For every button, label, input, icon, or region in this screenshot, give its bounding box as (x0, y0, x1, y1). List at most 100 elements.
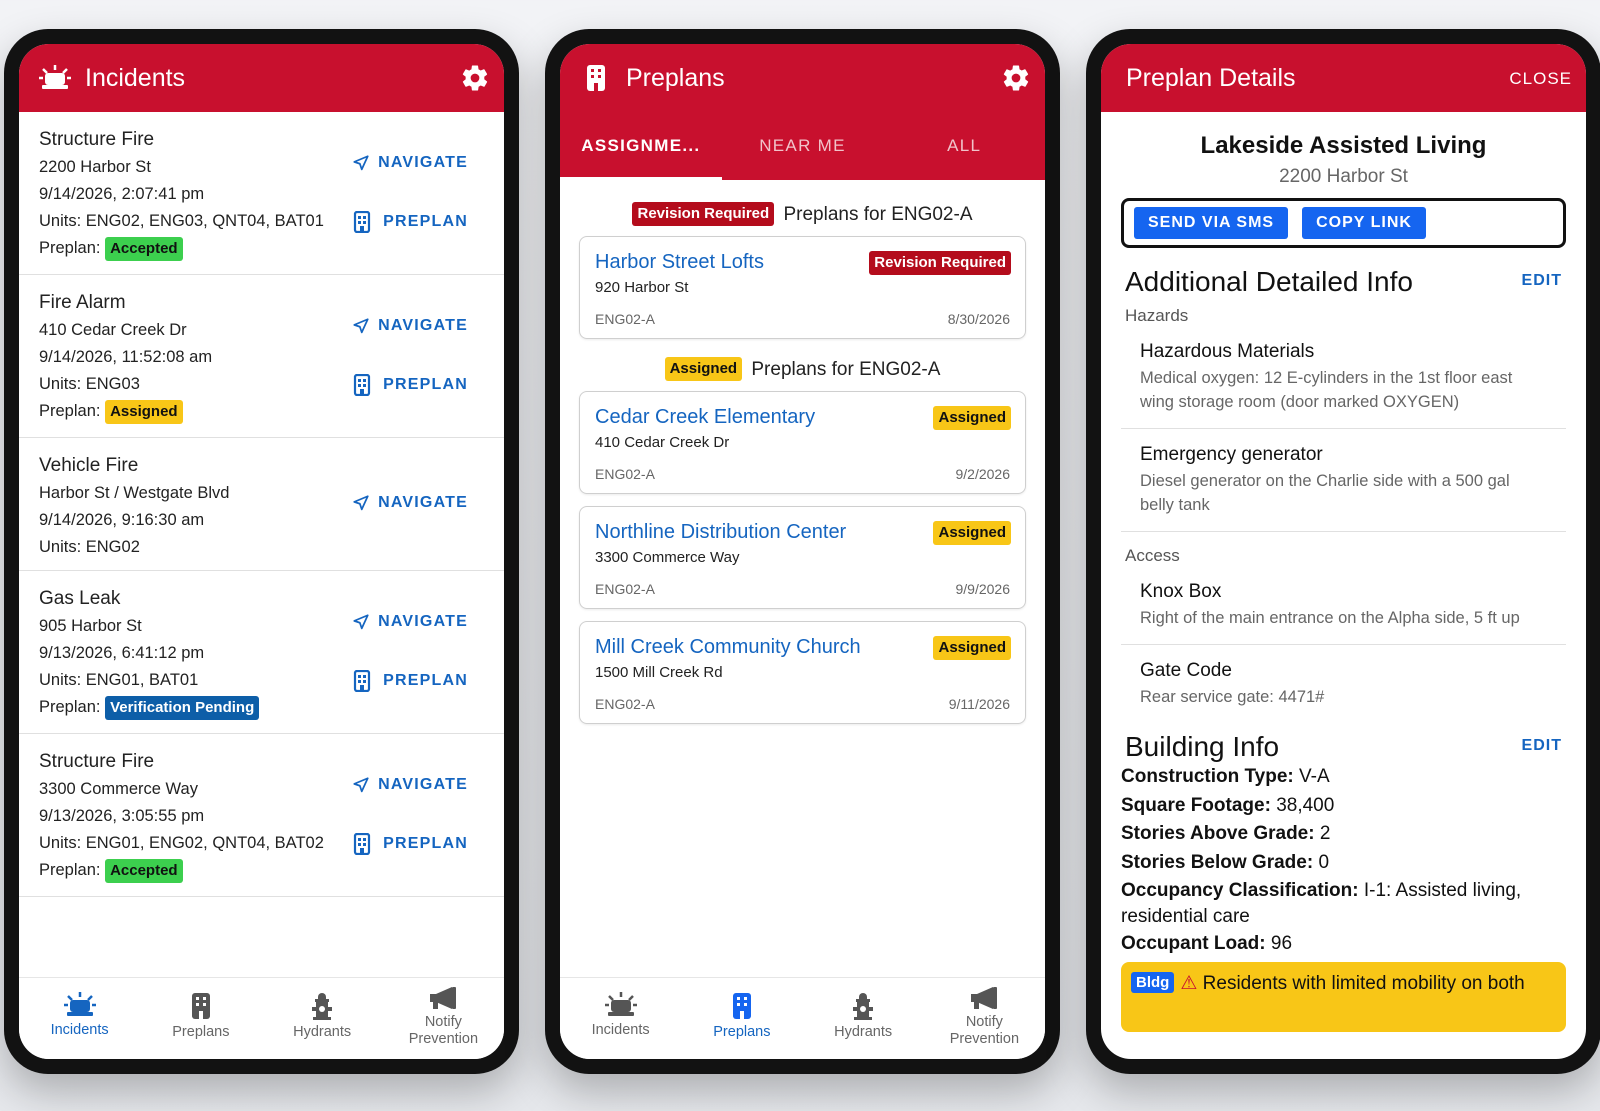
preplan-card[interactable]: Northline Distribution Center 3300 Comme… (579, 506, 1026, 609)
building-icon (732, 993, 751, 1019)
preplan-button[interactable]: PREPLAN (349, 670, 468, 692)
building-icon (354, 374, 371, 396)
incident-item[interactable]: Structure Fire 3300 Commerce Way 9/13/20… (19, 734, 504, 897)
incident-type: Fire Alarm (39, 292, 126, 313)
edit-additional-button[interactable]: EDIT (1522, 272, 1562, 290)
incident-time: 9/14/2026, 2:07:41 pm (39, 185, 205, 203)
incidents-screen: Incidents Structure Fire 2200 Harbor St … (19, 44, 504, 1059)
navigation-arrow-icon (353, 614, 369, 630)
send-sms-button[interactable]: SEND VIA SMS (1134, 207, 1289, 239)
building-info-row: Occupancy Classification: I-1: Assisted … (1121, 878, 1566, 930)
building-info-key: Construction Type: (1121, 766, 1294, 787)
access-key: Gate Code (1140, 660, 1232, 681)
navigate-label: NAVIGATE (378, 317, 468, 334)
preplan-unit: ENG02-A (595, 696, 655, 712)
nav-notify-prevention[interactable]: Notify Prevention (383, 978, 504, 1059)
page-title: Preplans (626, 63, 725, 92)
nav-notify-prevention[interactable]: Notify Prevention (924, 978, 1045, 1059)
section-label: Preplans for ENG02-A (751, 359, 941, 380)
megaphone-icon (430, 987, 457, 1009)
building-info-value: 38,400 (1276, 794, 1335, 816)
incident-item[interactable]: Gas Leak 905 Harbor St 9/13/2026, 6:41:1… (19, 571, 504, 734)
nav-preplans[interactable]: Preplans (681, 978, 802, 1059)
preplan-date: 9/11/2026 (948, 696, 1010, 712)
hazard-value: Diesel generator on the Charlie side wit… (1140, 472, 1510, 514)
preplan-address: 1500 Mill Creek Rd (595, 664, 723, 681)
share-actions: SEND VIA SMS COPY LINK (1121, 198, 1566, 248)
building-alert: Bldg ⚠ Residents with limited mobility on… (1121, 962, 1566, 1032)
incident-time: 9/13/2026, 3:05:55 pm (39, 807, 205, 825)
building-icon (191, 993, 210, 1019)
access-item: Gate Code Rear service gate: 4471# (1121, 645, 1566, 723)
preplan-unit: ENG02-A (595, 311, 655, 327)
gear-icon[interactable] (460, 63, 490, 93)
navigate-button[interactable]: NAVIGATE (352, 613, 468, 631)
nav-preplans[interactable]: Preplans (140, 978, 261, 1059)
tab-assignments[interactable]: ASSIGNME... (560, 112, 722, 180)
navigate-button[interactable]: NAVIGATE (352, 776, 468, 794)
building-info-value: 2 (1319, 823, 1331, 844)
additional-info-title: Additional Detailed Info EDIT (1125, 266, 1562, 298)
incident-item[interactable]: Structure Fire 2200 Harbor St 9/14/2026,… (19, 112, 504, 275)
status-badge: Assigned (664, 357, 743, 381)
status-badge: Assigned (105, 400, 183, 424)
preplan-card[interactable]: Harbor Street Lofts 920 Harbor St Revisi… (579, 236, 1026, 339)
nav-incidents[interactable]: Incidents (560, 978, 681, 1059)
preplan-date: 8/30/2026 (947, 311, 1010, 327)
navigate-button[interactable]: NAVIGATE (352, 317, 468, 335)
preplan-card[interactable]: Mill Creek Community Church 1500 Mill Cr… (579, 621, 1026, 724)
incident-units: Units: ENG02 (39, 538, 140, 556)
preplan-date: 9/9/2026 (955, 581, 1011, 597)
preplan-status-row: Preplan: Accepted (39, 857, 484, 884)
navigate-button[interactable]: NAVIGATE (352, 494, 468, 512)
incident-item[interactable]: Vehicle Fire Harbor St / Westgate Blvd 9… (19, 438, 504, 571)
close-button[interactable]: CLOSE (1509, 69, 1572, 89)
megaphone-icon (971, 987, 998, 1009)
building-info-key: Stories Above Grade: (1121, 823, 1315, 844)
preplan-status-row: Preplan: Accepted (39, 235, 484, 262)
status-badge: Verification Pending (105, 696, 260, 720)
page-title: Preplan Details (1126, 63, 1296, 92)
preplan-prefix: Preplan: (39, 698, 101, 716)
hydrant-icon (312, 993, 333, 1020)
tab-near-me[interactable]: NEAR ME (722, 112, 884, 180)
preplan-address: 920 Harbor St (595, 279, 689, 296)
incident-item[interactable]: Fire Alarm 410 Cedar Creek Dr 9/14/2026,… (19, 275, 504, 438)
hazard-key: Hazardous Materials (1140, 341, 1315, 362)
nav-label: Incidents (50, 1022, 109, 1038)
navigation-arrow-icon (353, 495, 369, 511)
incident-time: 9/13/2026, 6:41:12 pm (39, 644, 205, 662)
nav-incidents[interactable]: Incidents (19, 978, 140, 1059)
preplan-address: 410 Cedar Creek Dr (595, 434, 730, 451)
details-body: Lakeside Assisted Living 2200 Harbor St … (1101, 112, 1586, 1059)
navigate-label: NAVIGATE (378, 613, 468, 630)
preplan-label: PREPLAN (383, 835, 468, 852)
siren-icon (604, 992, 637, 1016)
nav-label: Incidents (591, 1022, 650, 1038)
incident-type: Structure Fire (39, 751, 155, 772)
incident-list: Structure Fire 2200 Harbor St 9/14/2026,… (19, 112, 504, 897)
preplan-card[interactable]: Cedar Creek Elementary 410 Cedar Creek D… (579, 391, 1026, 494)
copy-link-button[interactable]: COPY LINK (1302, 207, 1426, 239)
preplan-prefix: Preplan: (39, 402, 101, 420)
edit-building-button[interactable]: EDIT (1522, 737, 1562, 755)
preplan-button[interactable]: PREPLAN (349, 211, 468, 233)
status-badge: Accepted (105, 859, 183, 883)
navigate-button[interactable]: NAVIGATE (352, 154, 468, 172)
preplan-button[interactable]: PREPLAN (349, 374, 468, 396)
building-info-value: 96 (1270, 933, 1293, 954)
preplan-prefix: Preplan: (39, 861, 101, 879)
tab-all[interactable]: ALL (883, 112, 1045, 180)
nav-hydrants[interactable]: Hydrants (262, 978, 383, 1059)
access-value: Right of the main entrance on the Alpha … (1140, 609, 1520, 627)
building-info-key: Square Footage: (1121, 794, 1271, 816)
navigation-arrow-icon (353, 155, 369, 171)
preplan-label: PREPLAN (383, 672, 468, 689)
preplan-button[interactable]: PREPLAN (349, 833, 468, 855)
gear-icon[interactable] (1001, 63, 1031, 93)
incident-type: Vehicle Fire (39, 455, 139, 476)
section-title-text: Additional Detailed Info (1125, 266, 1413, 297)
nav-hydrants[interactable]: Hydrants (803, 978, 924, 1059)
nav-label: Preplans (713, 1024, 771, 1040)
nav-label: Notify (424, 1014, 462, 1030)
